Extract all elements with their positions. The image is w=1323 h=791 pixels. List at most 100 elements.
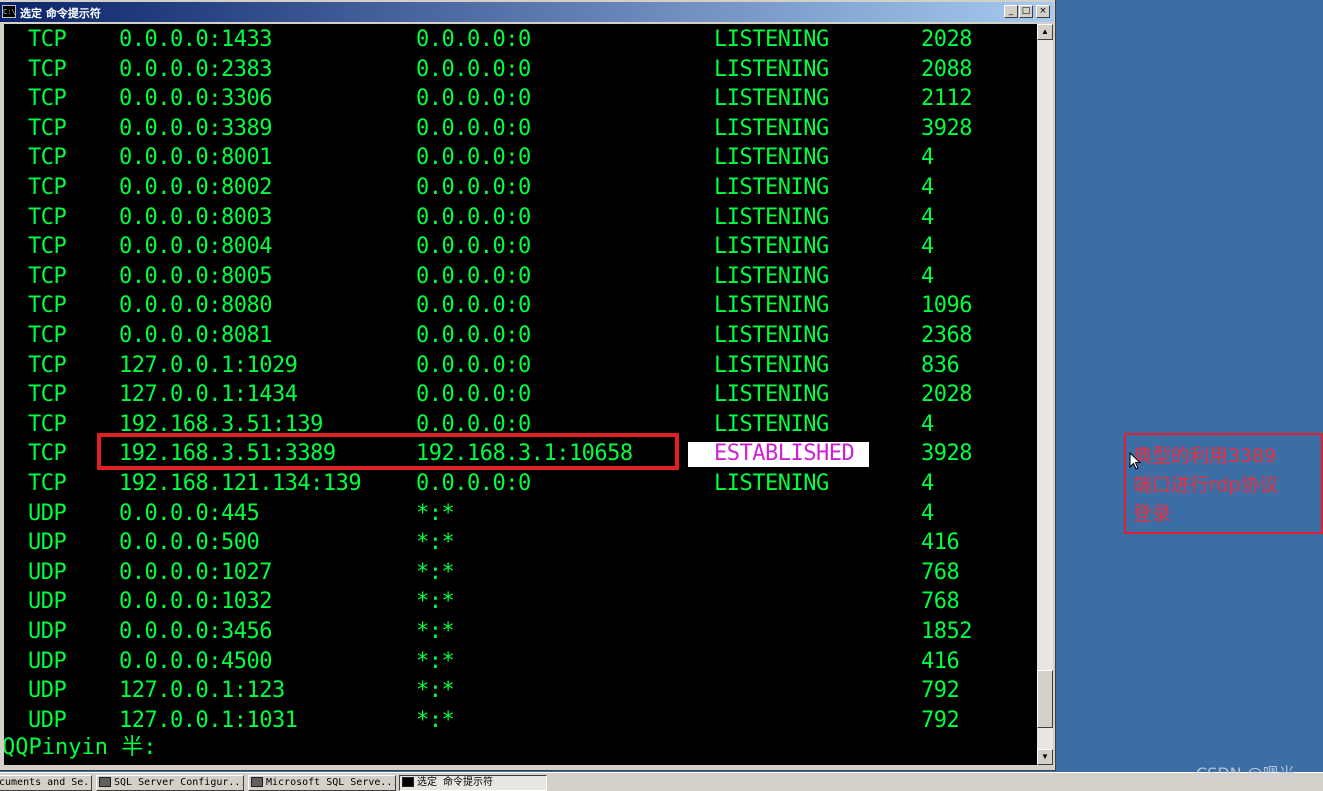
- local-address-cell: 0.0.0.0:8080: [119, 293, 272, 319]
- state-cell: LISTENING: [714, 411, 829, 437]
- netstat-row: UDP 0.0.0.0:3456 *:* 1852: [4, 617, 1037, 646]
- protocol-cell: TCP: [28, 56, 67, 82]
- close-button[interactable]: ×: [1036, 5, 1050, 18]
- foreign-address-cell: 0.0.0.0:0: [416, 234, 531, 260]
- foreign-address-cell: 0.0.0.0:0: [416, 86, 531, 112]
- pid-cell: 416: [921, 648, 960, 674]
- title-bar[interactable]: C:\ 选定 命令提示符 _ □ ×: [0, 2, 1054, 22]
- netstat-row: UDP 0.0.0.0:1032 *:* 768: [4, 587, 1037, 616]
- foreign-address-cell: *:*: [416, 678, 455, 704]
- netstat-row: TCP 0.0.0.0:8004 0.0.0.0:0 LISTENING 4: [4, 232, 1037, 261]
- netstat-row: UDP 0.0.0.0:445 *:* 4: [4, 499, 1037, 528]
- local-address-cell: 127.0.0.1:1029: [119, 352, 298, 378]
- pid-cell: 768: [921, 559, 960, 585]
- scrollbar-thumb[interactable]: [1037, 670, 1053, 728]
- taskbar-item-command-prompt[interactable]: 选定 命令提示符: [399, 775, 547, 791]
- taskbar-item-sql-config[interactable]: SQL Server Configur...: [96, 775, 244, 791]
- netstat-row: TCP 0.0.0.0:8002 0.0.0.0:0 LISTENING 4: [4, 173, 1037, 202]
- pid-cell: 768: [921, 589, 960, 615]
- scroll-down-button[interactable]: ▼: [1037, 749, 1053, 765]
- protocol-cell: UDP: [28, 530, 67, 556]
- pid-cell: 2028: [921, 382, 972, 408]
- pid-cell: 836: [921, 352, 960, 378]
- local-address-cell: 0.0.0.0:3389: [119, 115, 272, 141]
- state-cell: LISTENING: [714, 204, 829, 230]
- foreign-address-cell: *:*: [416, 500, 455, 526]
- vertical-scrollbar[interactable]: ▲ ▼: [1037, 24, 1053, 765]
- state-cell: LISTENING: [714, 234, 829, 260]
- state-cell: LISTENING: [714, 471, 829, 496]
- command-prompt-window: C:\ 选定 命令提示符 _ □ × TCP 0.0.0.0:1433 0.0.0.…: [0, 0, 1056, 771]
- pid-cell: 4: [921, 411, 934, 437]
- foreign-address-cell: 0.0.0.0:0: [416, 263, 531, 289]
- netstat-row: UDP 0.0.0.0:500 *:* 416: [4, 528, 1037, 557]
- protocol-cell: TCP: [28, 352, 67, 378]
- netstat-row: TCP 127.0.0.1:1434 0.0.0.0:0 LISTENING 2028: [4, 380, 1037, 409]
- local-address-cell: 127.0.0.1:123: [119, 678, 285, 704]
- annotation-line: 登录: [1133, 503, 1172, 525]
- pid-cell: 792: [921, 707, 960, 733]
- netstat-row: UDP 0.0.0.0:1027 *:* 768: [4, 558, 1037, 587]
- pid-cell: 3928: [921, 115, 972, 141]
- local-address-cell: 192.168.121.134:139: [119, 471, 362, 496]
- taskbar-item-label: Microsoft SQL Serve...: [266, 777, 396, 788]
- protocol-cell: UDP: [28, 648, 67, 674]
- netstat-row: TCP 0.0.0.0:8081 0.0.0.0:0 LISTENING 2368: [4, 321, 1037, 350]
- protocol-cell: TCP: [28, 115, 67, 141]
- pid-cell: 2112: [921, 86, 972, 112]
- netstat-row: TCP 0.0.0.0:8001 0.0.0.0:0 LISTENING 4: [4, 143, 1037, 172]
- pid-cell: 4: [921, 263, 934, 289]
- console-output[interactable]: TCP 0.0.0.0:1433 0.0.0.0:0 LISTENING 2028 TCP…: [4, 24, 1037, 765]
- taskbar-item-label: 选定 命令提示符: [417, 777, 494, 788]
- foreign-address-cell: 0.0.0.0:0: [416, 115, 531, 141]
- console-app-icon[interactable]: C:\: [2, 5, 16, 18]
- foreign-address-cell: 0.0.0.0:0: [416, 293, 531, 319]
- protocol-cell: UDP: [28, 707, 67, 733]
- protocol-cell: UDP: [28, 559, 67, 585]
- foreign-address-cell: 0.0.0.0:0: [416, 204, 531, 230]
- protocol-cell: TCP: [28, 204, 67, 230]
- netstat-row: TCP 0.0.0.0:3389 0.0.0.0:0 LISTENING 3928: [4, 114, 1037, 143]
- scroll-up-button[interactable]: ▲: [1037, 24, 1053, 40]
- pid-cell: 4: [921, 204, 934, 230]
- foreign-address-cell: *:*: [416, 707, 455, 733]
- state-cell: LISTENING: [714, 56, 829, 82]
- protocol-cell: TCP: [28, 411, 67, 437]
- local-address-cell: 0.0.0.0:8081: [119, 323, 272, 348]
- protocol-cell: TCP: [28, 234, 67, 260]
- local-address-cell: 127.0.0.1:1031: [119, 707, 298, 733]
- sql-server-icon: [251, 777, 263, 787]
- taskbar-item-sql-server[interactable]: Microsoft SQL Serve...: [248, 775, 396, 791]
- protocol-cell: UDP: [28, 589, 67, 615]
- local-address-cell: 0.0.0.0:8005: [119, 263, 272, 289]
- foreign-address-cell: *:*: [416, 589, 455, 615]
- pid-cell: 3928: [921, 441, 972, 467]
- netstat-row: TCP 0.0.0.0:1433 0.0.0.0:0 LISTENING 2028: [4, 25, 1037, 54]
- netstat-row: UDP 127.0.0.1:1031 *:* 792: [4, 706, 1037, 735]
- pid-cell: 4: [921, 500, 934, 526]
- state-cell: LISTENING: [714, 145, 829, 171]
- local-address-cell: 0.0.0.0:3456: [119, 619, 272, 644]
- annotation-line: 典型的利用3389: [1133, 445, 1277, 467]
- local-address-cell: 0.0.0.0:3306: [119, 86, 272, 112]
- taskbar-item-label: cuments and Se...: [0, 777, 91, 788]
- csdn-watermark: CSDN @嗯光: [1196, 764, 1295, 783]
- protocol-cell: TCP: [28, 263, 67, 289]
- state-cell: LISTENING: [714, 352, 829, 378]
- annotation-line: 端口进行rdp协议: [1133, 474, 1279, 496]
- window-title: 选定 命令提示符: [20, 7, 101, 20]
- netstat-row: UDP 127.0.0.1:123 *:* 792: [4, 676, 1037, 705]
- protocol-cell: UDP: [28, 619, 67, 644]
- maximize-button[interactable]: □: [1019, 5, 1033, 18]
- netstat-row: TCP 0.0.0.0:3306 0.0.0.0:0 LISTENING 2112: [4, 84, 1037, 113]
- taskbar: cuments and Se... SQL Server Configur...…: [0, 772, 1323, 791]
- netstat-row: TCP 192.168.121.134:139 0.0.0.0:0 LISTENING…: [4, 469, 1037, 498]
- state-cell: LISTENING: [714, 263, 829, 289]
- minimize-button[interactable]: _: [1004, 5, 1018, 18]
- protocol-cell: TCP: [28, 175, 67, 200]
- protocol-cell: TCP: [28, 86, 67, 112]
- foreign-address-cell: *:*: [416, 648, 455, 674]
- taskbar-item-explorer[interactable]: cuments and Se...: [0, 775, 92, 791]
- state-cell: LISTENING: [714, 293, 829, 319]
- pid-cell: 2028: [921, 27, 972, 52]
